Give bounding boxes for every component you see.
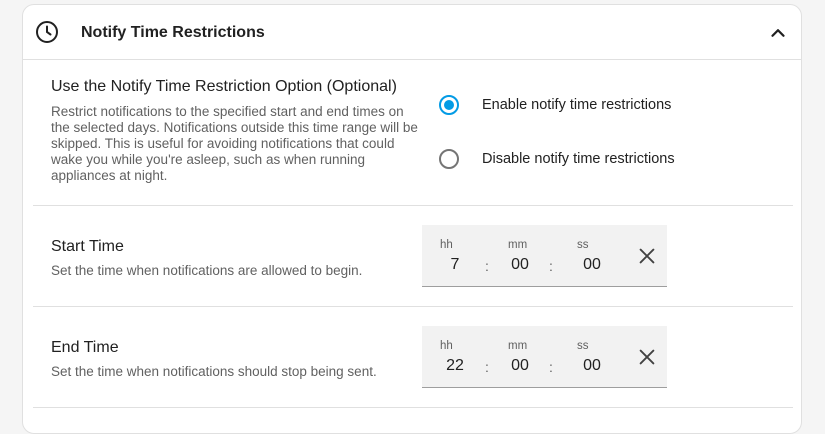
divider: [33, 306, 793, 307]
clear-end-time-icon[interactable]: [636, 346, 658, 368]
start-ss-input[interactable]: 00: [577, 256, 607, 274]
time-separator: :: [485, 258, 489, 274]
start-time-field[interactable]: hh 7 : mm 00 : ss 00: [422, 225, 667, 287]
divider: [33, 205, 793, 206]
ss-label: ss: [577, 239, 589, 251]
ss-label: ss: [577, 340, 589, 352]
radio-checked-icon[interactable]: [439, 95, 459, 115]
radio-label-disable: Disable notify time restrictions: [482, 151, 675, 167]
divider: [33, 407, 793, 408]
radio-unchecked-icon[interactable]: [439, 149, 459, 169]
start-hh-input[interactable]: 7: [440, 256, 470, 274]
end-hh-input[interactable]: 22: [440, 357, 470, 375]
radio-label-enable: Enable notify time restrictions: [482, 97, 672, 113]
clock-icon: [36, 21, 58, 43]
card-header[interactable]: Notify Time Restrictions: [23, 5, 801, 60]
mm-label: mm: [508, 340, 528, 352]
end-mm-input[interactable]: 00: [505, 357, 535, 375]
time-separator: :: [549, 359, 553, 375]
chevron-up-icon[interactable]: [767, 22, 789, 44]
end-time-field[interactable]: hh 22 : mm 00 : ss 00: [422, 326, 667, 388]
time-separator: :: [485, 359, 489, 375]
start-time-title: Start Time: [51, 238, 124, 255]
header-title: Notify Time Restrictions: [81, 24, 265, 41]
option-description: Restrict notifications to the specified …: [51, 104, 418, 183]
hh-label: hh: [440, 239, 453, 251]
option-title: Use the Notify Time Restriction Option (…: [51, 78, 397, 95]
start-time-description: Set the time when notifications are allo…: [51, 263, 363, 278]
end-time-description: Set the time when notifications should s…: [51, 364, 377, 379]
mm-label: mm: [508, 239, 528, 251]
end-time-title: End Time: [51, 339, 119, 356]
end-ss-input[interactable]: 00: [577, 357, 607, 375]
start-mm-input[interactable]: 00: [505, 256, 535, 274]
clear-start-time-icon[interactable]: [636, 245, 658, 267]
time-separator: :: [549, 258, 553, 274]
hh-label: hh: [440, 340, 453, 352]
